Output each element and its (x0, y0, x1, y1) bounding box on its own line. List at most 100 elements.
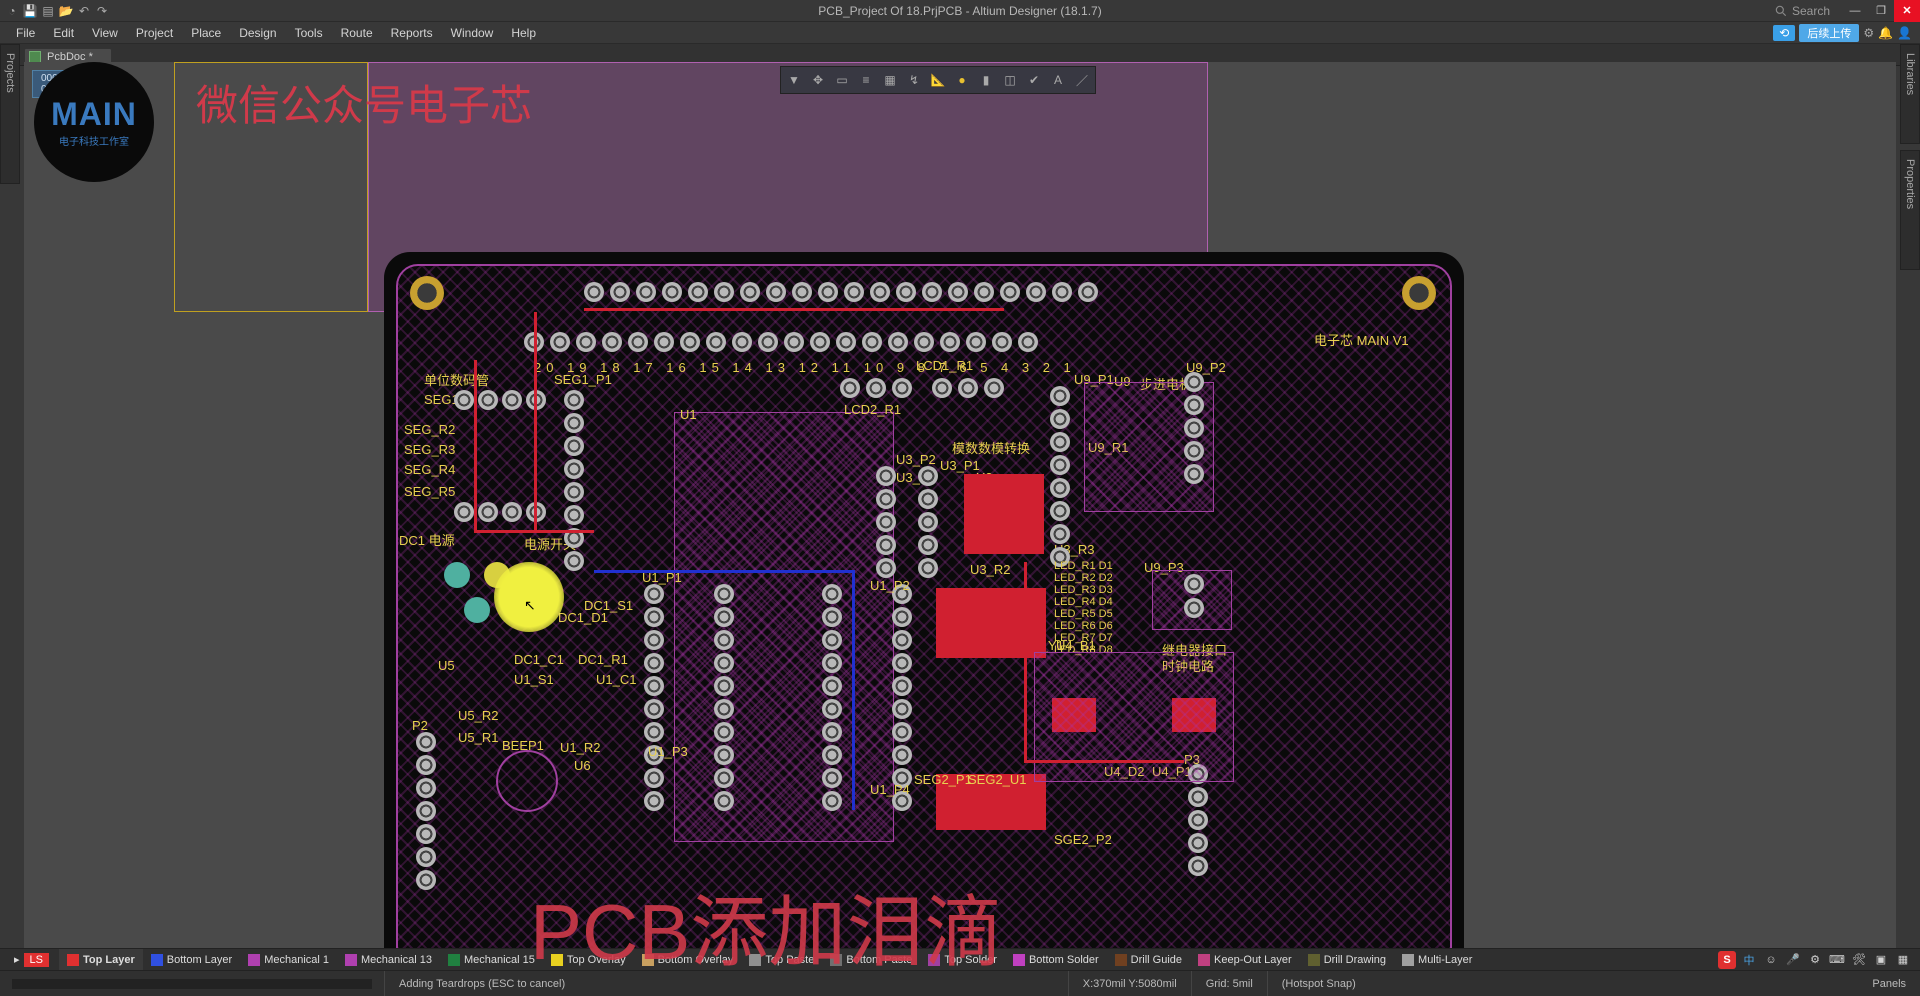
menu-edit[interactable]: Edit (45, 22, 82, 43)
route-icon[interactable]: ↯ (903, 69, 925, 91)
watermark-caption: PCB添加泪滴 (530, 870, 1002, 982)
bell-icon[interactable]: 🔔 (1878, 26, 1893, 40)
logo-main: MAIN (51, 96, 137, 133)
label-u1s1: U1_S1 (514, 672, 554, 687)
measure-icon[interactable]: 📐 (927, 69, 949, 91)
label-seg2u1: SEG2_U1 (968, 772, 1027, 787)
save-icon[interactable]: 💾 (22, 3, 38, 19)
label-u3r2: U3_R2 (970, 562, 1010, 577)
label-u1c1: U1_C1 (596, 672, 636, 687)
select-rect-icon[interactable]: ▭ (831, 69, 853, 91)
dc-pad (444, 562, 470, 588)
label-u6: U6 (574, 758, 591, 773)
u3-pads2 (918, 466, 938, 578)
maximize-button[interactable]: ❐ (1868, 0, 1894, 22)
label-dc1d1: DC1_D1 (558, 610, 608, 625)
libraries-rail[interactable]: Libraries (1900, 44, 1920, 144)
grid-icon[interactable]: ▦ (879, 69, 901, 91)
label-segr3: SEG_R3 (404, 442, 455, 457)
close-button[interactable]: ✕ (1894, 0, 1920, 22)
label-ledr3: LED_R3 D3 (1054, 584, 1113, 596)
progress-bar (12, 979, 372, 989)
polygon-icon[interactable]: ◫ (999, 69, 1021, 91)
gear-icon[interactable]: ⚙ (1863, 26, 1874, 40)
settings-icon[interactable]: ⚙ (1806, 951, 1824, 969)
menu-window[interactable]: Window (443, 22, 502, 43)
emoji-icon[interactable]: ☺ (1762, 951, 1780, 969)
seg1p1-pads (564, 390, 584, 571)
menu-place[interactable]: Place (183, 22, 229, 43)
logo-badge: MAIN 电子科技工作室 (34, 62, 154, 182)
window-title: PCB_Project Of 18.PrjPCB - Altium Design… (818, 4, 1101, 18)
layer-tab-multi[interactable]: Multi-Layer (1394, 949, 1480, 970)
label-p2: P2 (412, 718, 428, 733)
text-icon[interactable]: A (1047, 69, 1069, 91)
label-dc1: DC1 电源 (399, 530, 455, 549)
zh-icon[interactable]: 中 (1740, 951, 1758, 969)
mic-icon[interactable]: 🎤 (1784, 951, 1802, 969)
projects-rail[interactable]: Projects (0, 44, 20, 184)
header-row-top (584, 282, 1098, 302)
layer-tab-mech1[interactable]: Mechanical 1 (240, 949, 337, 970)
panels-button[interactable]: Panels (1858, 978, 1920, 990)
redo-icon[interactable]: ↷ (94, 3, 110, 19)
menu-tools[interactable]: Tools (287, 22, 331, 43)
watermark-wechat: 微信公众号电子芯 (196, 72, 532, 133)
layer-tab-drilldraw[interactable]: Drill Drawing (1300, 949, 1394, 970)
keyboard-icon[interactable]: ⌨ (1828, 951, 1846, 969)
move-icon[interactable]: ✥ (807, 69, 829, 91)
ime-icon[interactable]: S (1718, 951, 1736, 969)
highlight-icon[interactable]: ● (951, 69, 973, 91)
mcu-pads-right2 (892, 584, 912, 811)
active-bar: ▼ ✥ ▭ ≡ ▦ ↯ 📐 ● ▮ ◫ ✔ A ／ (780, 66, 1096, 94)
menu-design[interactable]: Design (231, 22, 284, 43)
layer-color-icon[interactable]: ▮ (975, 69, 997, 91)
tool-icon[interactable]: 🛠 (1850, 951, 1868, 969)
filter-icon[interactable]: ▼ (783, 69, 805, 91)
label-seg1p1: SEG1_P1 (554, 372, 612, 387)
cloud-upload-button[interactable]: 后续上传 (1799, 24, 1859, 42)
share-button[interactable]: ⟲ (1773, 25, 1795, 41)
u9-pads-right (1184, 372, 1204, 484)
search-wrap[interactable]: Search (1774, 4, 1830, 18)
open-icon[interactable]: 📂 (58, 3, 74, 19)
menu-bar: File Edit View Project Place Design Tool… (0, 22, 1920, 44)
save-all-icon[interactable]: ▤ (40, 3, 56, 19)
header-numbers: 20 19 18 17 16 15 14 13 12 11 10 9 8 7 6… (534, 360, 1076, 375)
layer-tab-top[interactable]: Top Layer (59, 949, 143, 970)
drc-icon[interactable]: ✔ (1023, 69, 1045, 91)
layer-tab-keepout[interactable]: Keep-Out Layer (1190, 949, 1300, 970)
label-u1p3: U1_P3 (648, 744, 688, 759)
label-segr4: SEG_R4 (404, 462, 455, 477)
layer-tab-bottom[interactable]: Bottom Layer (143, 949, 240, 970)
undo-icon[interactable]: ↶ (76, 3, 92, 19)
box-icon[interactable]: ▣ (1872, 951, 1890, 969)
layer-set-button[interactable]: ▸LS (6, 949, 59, 970)
menu-route[interactable]: Route (333, 22, 381, 43)
mcu-outline (674, 412, 894, 842)
label-ledr4: LED_R4 D4 (1054, 596, 1113, 608)
menu-help[interactable]: Help (503, 22, 544, 43)
pcb-canvas[interactable]: 电子芯 MAIN V1 20 19 18 17 16 15 14 13 12 1… (24, 62, 1896, 948)
menu-file[interactable]: File (8, 22, 43, 43)
label-u5: U5 (438, 658, 455, 673)
status-grid: Grid: 5mil (1191, 971, 1267, 996)
label-adc: 模数数模转换 (952, 438, 1030, 457)
properties-rail[interactable]: Properties (1900, 150, 1920, 270)
menu-reports[interactable]: Reports (383, 22, 441, 43)
user-icon[interactable]: 👤 (1897, 26, 1912, 40)
layer-tab-botsolder[interactable]: Bottom Solder (1005, 949, 1107, 970)
grid-tray-icon[interactable]: ▦ (1894, 951, 1912, 969)
layer-tab-mech15[interactable]: Mechanical 15 (440, 949, 543, 970)
label-u1: U1 (680, 407, 697, 422)
align-icon[interactable]: ≡ (855, 69, 877, 91)
dimension-icon[interactable]: ／ (1071, 69, 1093, 91)
minimize-button[interactable]: — (1842, 0, 1868, 22)
u3-chip (964, 474, 1044, 554)
layer-tab-mech13[interactable]: Mechanical 13 (337, 949, 440, 970)
menu-view[interactable]: View (84, 22, 126, 43)
layer-tab-drillguide[interactable]: Drill Guide (1107, 949, 1190, 970)
menu-project[interactable]: Project (128, 22, 181, 43)
label-ledr2: LED_R2 D2 (1054, 572, 1113, 584)
relay-pads (1184, 574, 1204, 618)
